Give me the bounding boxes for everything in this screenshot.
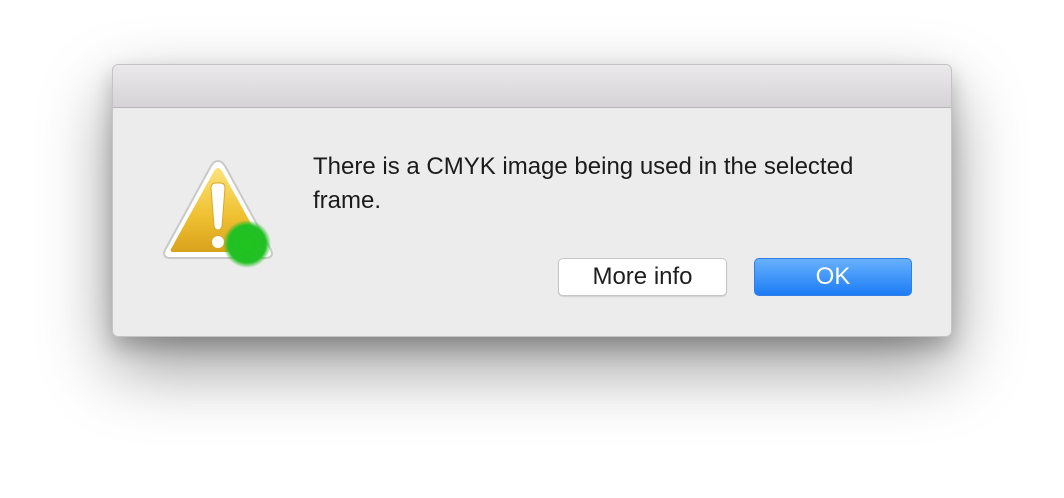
alert-dialog: There is a CMYK image being used in the … [112, 64, 952, 337]
alert-message: There is a CMYK image being used in the … [313, 153, 854, 214]
more-info-button[interactable]: More info [558, 258, 727, 296]
dialog-titlebar[interactable] [113, 65, 951, 108]
ok-button[interactable]: OK [754, 258, 912, 296]
warning-icon [156, 158, 280, 270]
